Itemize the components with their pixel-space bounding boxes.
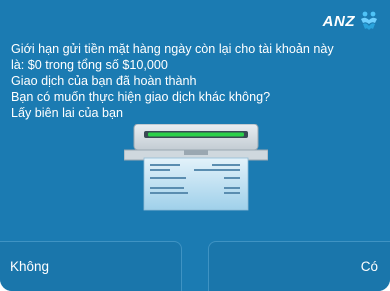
message-line: Giao dịch của bạn đã hoàn thành bbox=[11, 74, 197, 88]
receipt-printer-icon bbox=[124, 124, 268, 211]
anz-people-logo-icon bbox=[361, 11, 377, 30]
message-line: Lấy biên lai của bạn bbox=[11, 106, 124, 120]
message-line: là: $0 trong tổng số $10,000 bbox=[11, 58, 168, 72]
yes-button[interactable]: Có bbox=[208, 241, 390, 291]
no-button[interactable]: Không bbox=[0, 241, 182, 291]
message-line: Giới hạn gửi tiền mặt hàng ngày còn lại … bbox=[11, 42, 334, 56]
anz-logo: ANZ bbox=[323, 10, 380, 32]
yes-button-label: Có bbox=[360, 259, 378, 274]
transaction-message: Giới hạn gửi tiền mặt hàng ngày còn lại … bbox=[11, 41, 380, 121]
brand-name: ANZ bbox=[322, 12, 355, 30]
no-button-label: Không bbox=[10, 259, 50, 274]
message-line: Bạn có muốn thực hiện giao dịch khác khô… bbox=[11, 90, 271, 104]
atm-screen: ANZ Giới hạn gửi tiền mặt hàng ngày còn … bbox=[0, 0, 390, 291]
